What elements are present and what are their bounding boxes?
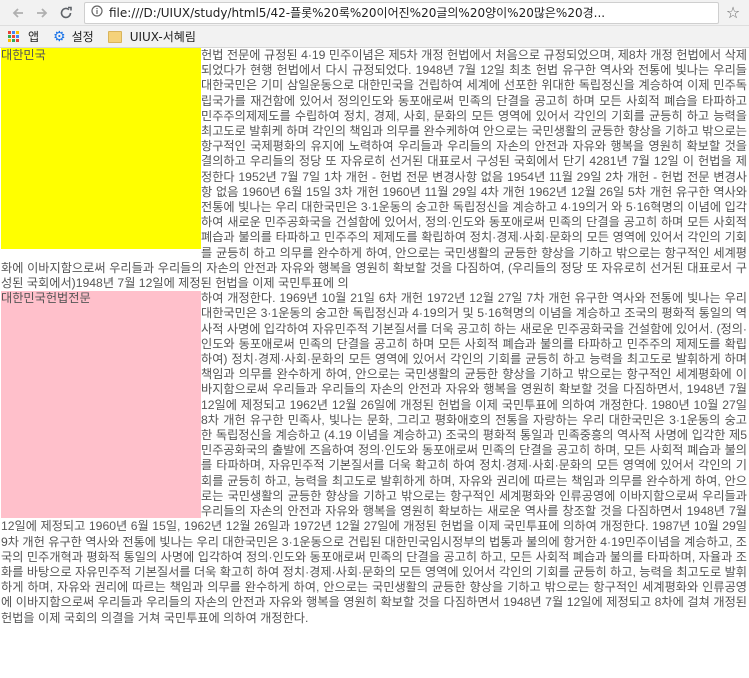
bookmark-settings-label: 설정 xyxy=(71,30,94,44)
bookmark-folder[interactable]: UIUX-서혜림 xyxy=(107,28,196,45)
bookmark-settings[interactable]: ⚙ 설정 xyxy=(53,28,94,45)
bookmark-apps-label: 앱 xyxy=(28,30,40,44)
bookmark-apps[interactable]: 앱 xyxy=(8,28,39,45)
arrow-left-icon[interactable] xyxy=(6,2,30,24)
box-label-korea: 대한민국 xyxy=(1,48,46,62)
float-box-pink: 대한민국헌법전문 xyxy=(1,291,201,519)
bookmark-folder-label: UIUX-서혜림 xyxy=(129,30,196,44)
reload-icon[interactable] xyxy=(54,2,78,24)
apps-grid-icon xyxy=(8,30,20,43)
address-bar[interactable]: file:///D:/UIUX/study/html5/42-플롯%20록%20… xyxy=(84,1,719,24)
bookmarks-bar: 앱 ⚙ 설정 UIUX-서혜림 xyxy=(0,26,749,48)
star-icon[interactable]: ☆ xyxy=(723,3,743,22)
box-label-constitution: 대한민국헌법전문 xyxy=(1,291,91,306)
gear-icon: ⚙ xyxy=(53,28,66,45)
folder-icon xyxy=(107,30,122,43)
float-box-yellow: 대한민국 xyxy=(1,48,201,249)
page-content: 대한민국 헌법 전문에 규정된 4·19 민주이념은 제5차 개정 헌법에서 처… xyxy=(0,48,749,678)
info-icon[interactable] xyxy=(91,5,103,20)
browser-toolbar: file:///D:/UIUX/study/html5/42-플롯%20록%20… xyxy=(0,0,749,26)
address-url: file:///D:/UIUX/study/html5/42-플롯%20록%20… xyxy=(109,6,606,20)
arrow-right-icon[interactable] xyxy=(30,2,54,24)
